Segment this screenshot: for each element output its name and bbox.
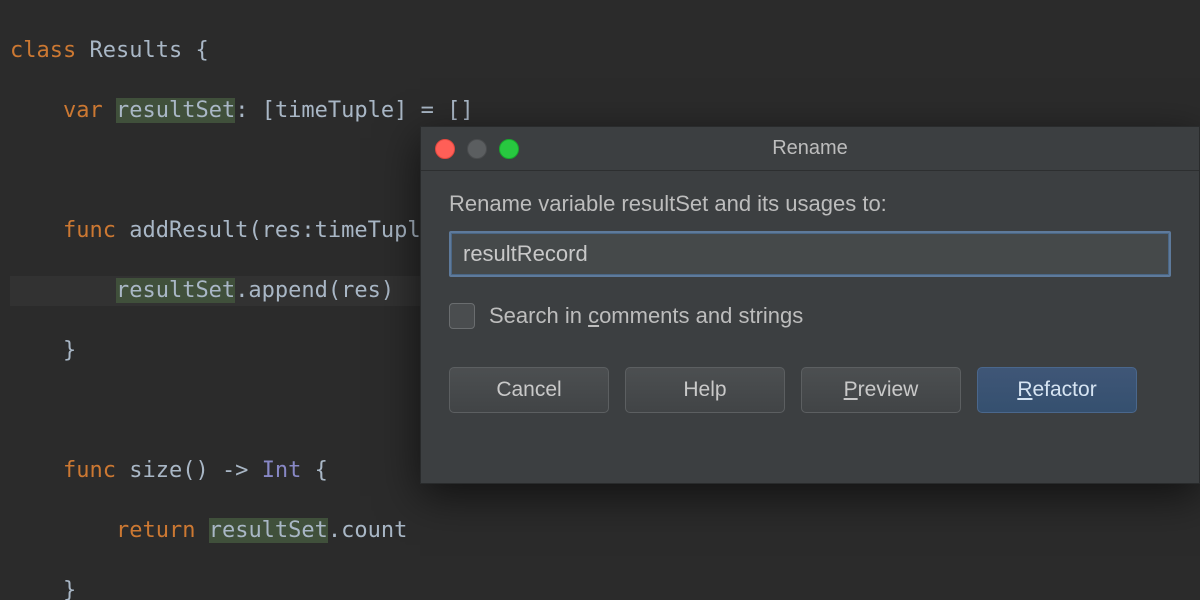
kw-var: var xyxy=(63,98,103,123)
rename-dialog: Rename Rename variable resultSet and its… xyxy=(420,126,1200,484)
help-button[interactable]: Help xyxy=(625,367,785,413)
dialog-titlebar[interactable]: Rename xyxy=(421,127,1199,171)
var-resultset: resultSet xyxy=(116,278,235,303)
kw-func: func xyxy=(63,218,116,243)
search-comments-checkbox[interactable]: Search in comments and strings xyxy=(449,303,1171,329)
cancel-button[interactable]: Cancel xyxy=(449,367,609,413)
dialog-body: Rename variable resultSet and its usages… xyxy=(421,171,1199,435)
kw-func: func xyxy=(63,458,116,483)
dialog-title: Rename xyxy=(772,137,848,160)
close-icon[interactable] xyxy=(435,139,455,159)
window-controls xyxy=(435,139,519,159)
rename-prompt: Rename variable resultSet and its usages… xyxy=(449,191,1171,217)
var-resultset: resultSet xyxy=(209,518,328,543)
var-resultset: resultSet xyxy=(116,98,235,123)
code-line: return resultSet.count xyxy=(10,516,1190,546)
kw-return: return xyxy=(116,518,195,543)
code-line: var resultSet: [timeTuple] = [] xyxy=(10,96,1190,126)
refactor-button[interactable]: Refactor xyxy=(977,367,1137,413)
preview-button[interactable]: Preview xyxy=(801,367,961,413)
code-line: } xyxy=(10,576,1190,600)
zoom-icon[interactable] xyxy=(499,139,519,159)
kw-class: class xyxy=(10,38,76,63)
dialog-button-row: Cancel Help Preview Refactor xyxy=(449,367,1171,413)
rename-input[interactable] xyxy=(449,231,1171,277)
code-line: class Results { xyxy=(10,36,1190,66)
checkbox-icon[interactable] xyxy=(449,303,475,329)
checkbox-label: Search in comments and strings xyxy=(489,303,803,329)
minimize-icon[interactable] xyxy=(467,139,487,159)
class-name: Results xyxy=(89,38,182,63)
